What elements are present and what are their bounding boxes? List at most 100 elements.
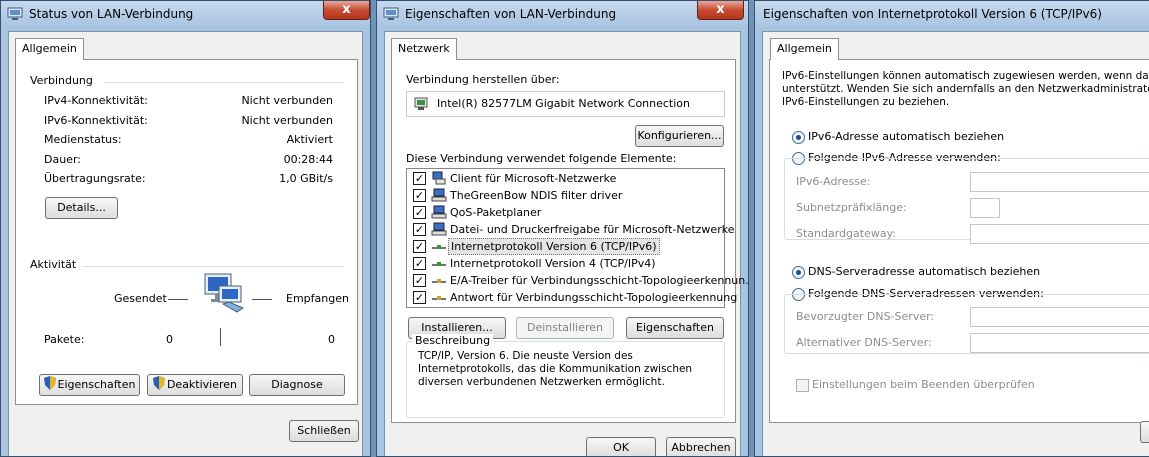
packets-sent-value: 0	[166, 333, 173, 346]
close-button[interactable]: Schließen	[289, 420, 359, 442]
item-label: Antwort für Verbindungsschicht-Topologie…	[450, 291, 738, 304]
item-checkbox[interactable]: ✓	[413, 172, 426, 185]
protocol-icon	[432, 279, 446, 283]
item-label: Client für Microsoft-Netzwerke	[450, 172, 617, 185]
ipv6-advanced-button[interactable]	[1140, 421, 1149, 443]
network-service-icon	[431, 222, 447, 236]
ipv4-connectivity-label: IPv4-Konnektivität:	[44, 94, 148, 107]
disable-button[interactable]: Deaktivieren	[147, 374, 243, 396]
list-item[interactable]: ✓ Antwort für Verbindungsschicht-Topolog…	[407, 289, 737, 306]
ok-button[interactable]: OK	[586, 437, 656, 456]
ipv4-connectivity-value: Nicht verbunden	[241, 94, 333, 107]
ipv6-connectivity-value: Nicht verbunden	[241, 114, 333, 127]
items-list: ✓ Client für Microsoft-Netzwerke ✓ TheGr…	[406, 168, 748, 308]
status-properties-button[interactable]: Eigenschaften	[39, 374, 140, 396]
intro-text-line1: IPv6-Einstellungen können automatisch zu…	[782, 70, 1149, 82]
properties-titlebar[interactable]: Eigenschaften von LAN-Verbindung x	[377, 1, 748, 29]
validate-settings-checkbox[interactable]	[796, 379, 809, 392]
ipv6-connectivity-label: IPv6-Konnektivität:	[44, 114, 148, 127]
list-item[interactable]: ✓ E/A-Treiber für Verbindungsschicht-Top…	[407, 272, 748, 289]
ipv6-dialog-title: Eigenschaften von Internetprotokoll Vers…	[763, 7, 1102, 21]
tab-allgemein[interactable]: Allgemein	[15, 38, 84, 60]
description-text: TCP/IP, Version 6. Die neuste Version de…	[418, 350, 693, 388]
list-item[interactable]: ✓ TheGreenBow NDIS filter driver	[407, 187, 724, 204]
ipv6-client-area: Allgemein IPv6-Einstellungen können auto…	[762, 31, 1149, 456]
diagnose-button[interactable]: Diagnose	[249, 374, 345, 396]
packets-divider	[220, 328, 221, 346]
ipv6-address-field[interactable]	[970, 172, 1149, 192]
item-checkbox[interactable]: ✓	[413, 206, 426, 219]
status-tabpanel: Verbindung IPv4-Konnektivität: Nicht ver…	[15, 59, 358, 405]
packets-received-value: 0	[328, 333, 335, 346]
description-heading: Beschreibung	[412, 334, 494, 347]
tab-allgemein[interactable]: Allgemein	[770, 38, 839, 60]
uninstall-button[interactable]: Deinstallieren	[516, 317, 614, 339]
default-gateway-field[interactable]	[970, 224, 1149, 244]
validate-settings-label: Einstellungen beim Beenden überprüfen	[812, 378, 1035, 391]
status-client-area: Allgemein Verbindung IPv4-Konnektivität:…	[8, 31, 363, 456]
auto-ipv6-radio[interactable]	[792, 131, 805, 144]
item-label: QoS-Paketplaner	[450, 206, 542, 219]
properties-dialog: Eigenschaften von LAN-Verbindung x Netzw…	[376, 0, 749, 457]
received-label: Empfangen	[286, 292, 349, 305]
network-adapter-icon	[7, 7, 23, 20]
ipv6-tabpanel: IPv6-Einstellungen können automatisch zu…	[769, 59, 1149, 423]
protocol-icon	[432, 245, 446, 249]
intro-text-line3: IPv6-Einstellungen zu beziehen.	[782, 96, 950, 108]
items-label: Diese Verbindung verwendet folgende Elem…	[406, 152, 677, 165]
intro-text-line2: unterstützt. Wenden Sie sich andernfalls…	[782, 83, 1149, 95]
prefix-length-label: Subnetzpräfixlänge:	[796, 201, 907, 214]
close-window-button[interactable]: x	[323, 1, 370, 20]
list-item[interactable]: ✓ Datei- und Druckerfreigabe für Microso…	[407, 221, 734, 238]
sent-label: Gesendet	[114, 292, 167, 305]
list-item[interactable]: ✓ Client für Microsoft-Netzwerke	[407, 170, 724, 187]
list-item[interactable]: ✓ QoS-Paketplaner	[407, 204, 724, 221]
item-label: Internetprotokoll Version 6 (TCP/IPv6)	[448, 238, 660, 255]
disable-label: Deaktivieren	[166, 378, 238, 391]
list-item[interactable]: ✓ Internetprotokoll Version 4 (TCP/IPv4)	[407, 255, 724, 272]
auto-ipv6-label[interactable]: IPv6-Adresse automatisch beziehen	[808, 130, 1004, 143]
auto-dns-label[interactable]: DNS-Serveradresse automatisch beziehen	[808, 265, 1040, 278]
item-properties-button[interactable]: Eigenschaften	[626, 317, 724, 339]
item-checkbox[interactable]: ✓	[413, 240, 426, 253]
status-dialog: Status von LAN-Verbindung x Allgemein Ve…	[0, 0, 371, 457]
status-titlebar[interactable]: Status von LAN-Verbindung x	[1, 1, 370, 29]
close-window-button[interactable]: x	[697, 1, 744, 20]
received-line	[252, 299, 272, 300]
network-client-icon	[432, 171, 446, 185]
details-button[interactable]: Details...	[45, 197, 118, 219]
configure-button[interactable]: Konfigurieren...	[635, 125, 724, 147]
media-status-value: Aktiviert	[286, 133, 333, 146]
speed-label: Übertragungsrate:	[44, 172, 146, 185]
preferred-dns-field[interactable]	[970, 307, 1149, 327]
connection-divider	[104, 82, 344, 83]
auto-dns-radio[interactable]	[792, 266, 805, 279]
status-dialog-title: Status von LAN-Verbindung	[29, 7, 194, 21]
ipv6-dialog: Eigenschaften von Internetprotokoll Vers…	[754, 0, 1149, 457]
tab-netzwerk[interactable]: Netzwerk	[391, 38, 457, 60]
duration-value: 00:28:44	[283, 153, 333, 166]
alternate-dns-field[interactable]	[970, 333, 1149, 353]
alternate-dns-label: Alternativer DNS-Server:	[796, 336, 932, 349]
cancel-button[interactable]: Abbrechen	[666, 437, 736, 456]
item-checkbox[interactable]: ✓	[413, 291, 426, 304]
network-activity-icon	[204, 273, 245, 313]
activity-heading: Aktivität	[30, 258, 77, 271]
item-checkbox[interactable]: ✓	[413, 274, 426, 287]
uac-shield-icon	[152, 376, 165, 390]
prefix-length-field[interactable]	[970, 198, 1000, 218]
item-checkbox[interactable]: ✓	[413, 257, 426, 270]
packets-label: Pakete:	[44, 333, 85, 346]
adapter-name: Intel(R) 82577LM Gigabit Network Connect…	[437, 97, 690, 110]
item-checkbox[interactable]: ✓	[413, 189, 426, 202]
network-adapter-icon	[414, 97, 428, 110]
media-status-label: Medienstatus:	[44, 133, 122, 146]
network-service-icon	[431, 205, 447, 219]
ipv6-titlebar[interactable]: Eigenschaften von Internetprotokoll Vers…	[755, 1, 1149, 29]
item-label: E/A-Treiber für Verbindungsschicht-Topol…	[450, 274, 749, 287]
preferred-dns-label: Bevorzugter DNS-Server:	[796, 310, 935, 323]
list-item-selected[interactable]: ✓ Internetprotokoll Version 6 (TCP/IPv6)	[407, 238, 724, 255]
properties-tabpanel: Verbindung herstellen über: Intel(R) 825…	[391, 59, 748, 423]
item-label: TheGreenBow NDIS filter driver	[450, 189, 623, 202]
item-checkbox[interactable]: ✓	[413, 223, 426, 236]
